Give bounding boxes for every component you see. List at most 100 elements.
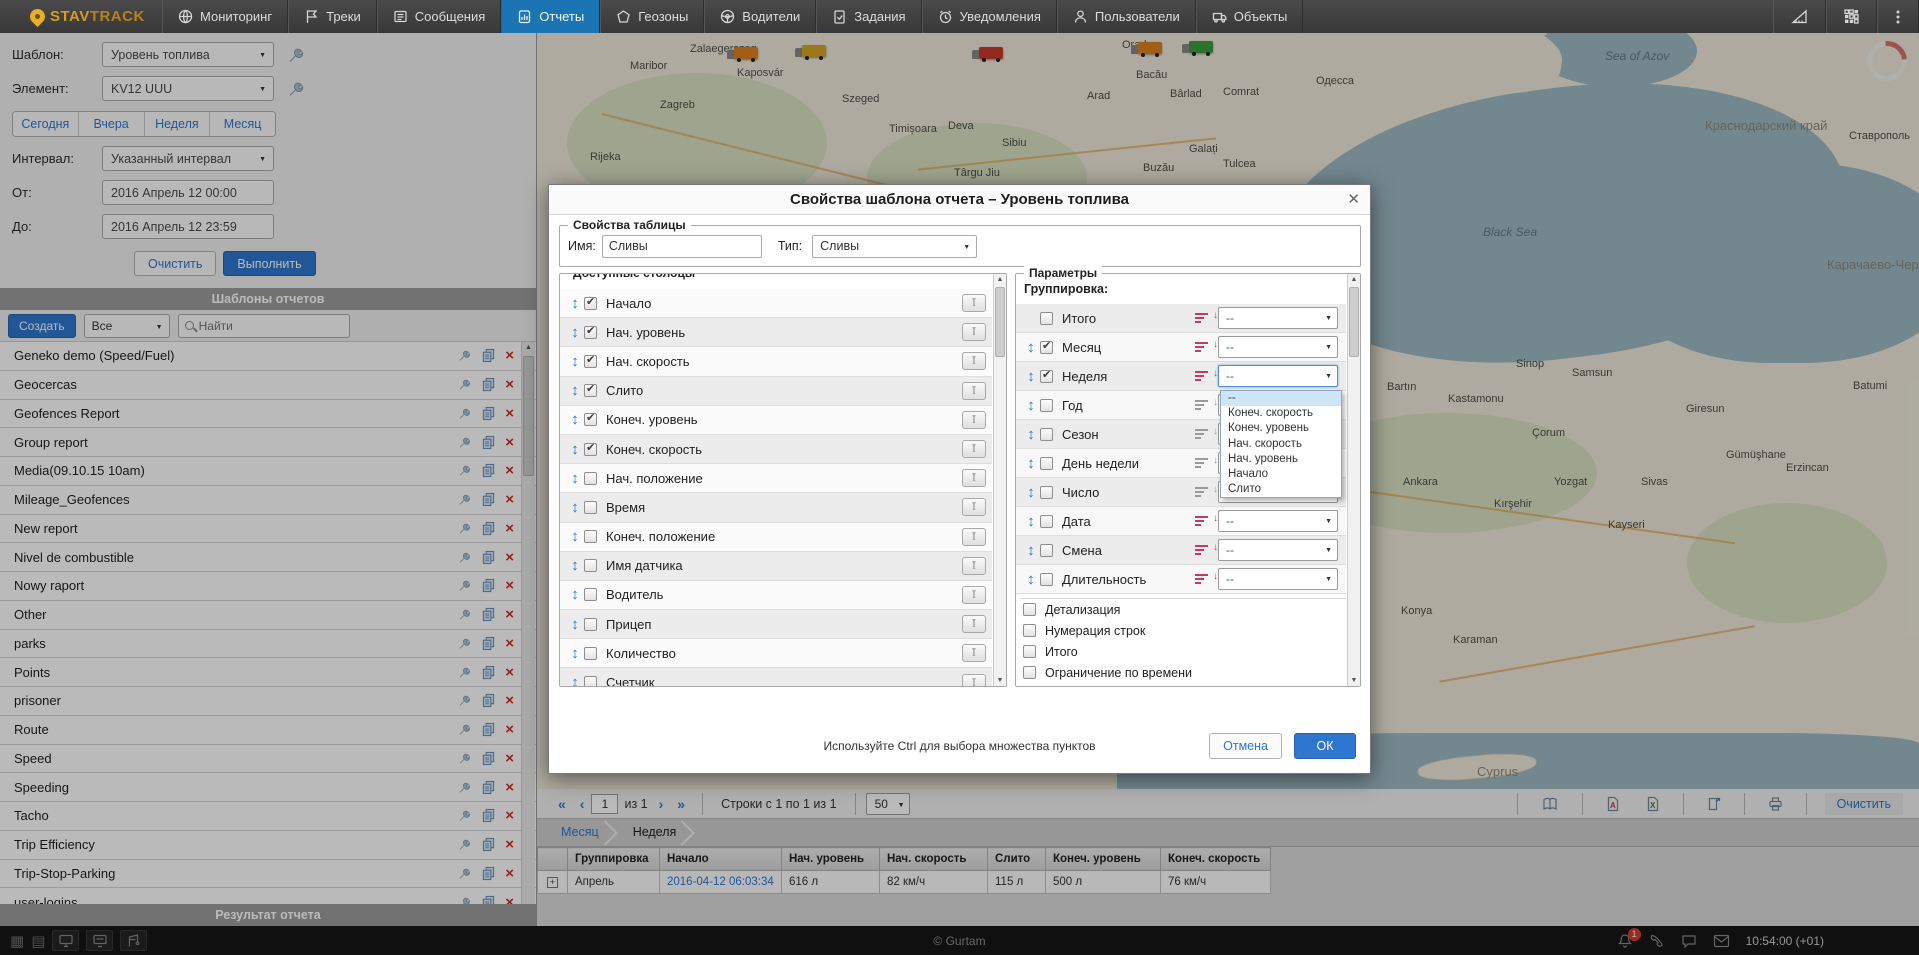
grouping-checkbox[interactable] [1040, 486, 1053, 499]
move-handle-icon[interactable]: ↕ [1022, 339, 1040, 356]
move-handle-icon[interactable]: ↕ [566, 674, 584, 686]
checkbox[interactable] [1023, 603, 1036, 616]
table-type-select[interactable]: Сливы [812, 235, 977, 258]
grouping-row[interactable]: ↕ Длительность -- [1016, 565, 1346, 594]
close-icon[interactable]: ✕ [1347, 190, 1360, 208]
grouping-checkbox[interactable] [1040, 428, 1053, 441]
grouping-select[interactable]: -- [1218, 539, 1338, 561]
nav-tracks[interactable]: Треки [288, 0, 377, 33]
nav-geofences[interactable]: Геозоны [600, 0, 704, 33]
column-width-button[interactable]: Ī [962, 586, 986, 604]
column-width-button[interactable]: Ī [962, 528, 986, 546]
column-width-button[interactable]: Ī [962, 411, 986, 429]
table-name-input[interactable] [602, 235, 762, 258]
column-width-button[interactable]: Ī [962, 352, 986, 370]
column-row[interactable]: ↕ Слито Ī [560, 377, 992, 406]
sort-order-icon[interactable] [1195, 516, 1210, 526]
grouping-select[interactable]: -- [1218, 510, 1338, 532]
move-handle-icon[interactable]: ↕ [566, 499, 584, 516]
move-handle-icon[interactable]: ↕ [1022, 513, 1040, 530]
cancel-button[interactable]: Отмена [1209, 733, 1282, 759]
move-handle-icon[interactable]: ↕ [566, 441, 584, 458]
column-width-button[interactable]: Ī [962, 440, 986, 458]
move-handle-icon[interactable]: ↕ [566, 382, 584, 399]
column-row[interactable]: ↕ Счетчик Ī [560, 668, 992, 686]
move-handle-icon[interactable]: ↕ [1022, 542, 1040, 559]
dropdown-option[interactable]: Конеч. уровень [1221, 421, 1341, 436]
column-checkbox[interactable] [584, 413, 597, 426]
column-checkbox[interactable] [584, 384, 597, 397]
sort-order-icon[interactable] [1195, 574, 1210, 584]
ok-button[interactable]: ОК [1294, 733, 1356, 759]
grouping-checkbox[interactable] [1040, 341, 1053, 354]
ruler-tool[interactable] [1773, 0, 1826, 33]
column-width-button[interactable]: Ī [962, 674, 986, 686]
move-handle-icon[interactable]: ↕ [566, 353, 584, 370]
column-checkbox[interactable] [584, 676, 597, 686]
column-row[interactable]: ↕ Время Ī [560, 493, 992, 522]
column-width-button[interactable]: Ī [962, 323, 986, 341]
column-checkbox[interactable] [584, 326, 597, 339]
grouping-select[interactable]: -- [1218, 568, 1338, 590]
move-handle-icon[interactable]: ↕ [566, 645, 584, 662]
grouping-checkbox[interactable] [1040, 544, 1053, 557]
column-checkbox[interactable] [584, 559, 597, 572]
column-row[interactable]: ↕ Нач. скорость Ī [560, 347, 992, 376]
move-handle-icon[interactable]: ↕ [1022, 426, 1040, 443]
column-checkbox[interactable] [584, 647, 597, 660]
parameters-scrollbar[interactable]: ▲ ▼ [1347, 274, 1360, 686]
sort-order-icon[interactable] [1195, 429, 1210, 439]
move-handle-icon[interactable]: ↕ [566, 324, 584, 341]
column-row[interactable]: ↕ Начало Ī [560, 289, 992, 318]
column-width-button[interactable]: Ī [962, 498, 986, 516]
dropdown-option[interactable]: Нач. скорость [1221, 437, 1341, 452]
checkbox[interactable] [1023, 624, 1036, 637]
move-handle-icon[interactable]: ↕ [1022, 368, 1040, 385]
sort-order-icon[interactable] [1195, 458, 1210, 468]
dropdown-option[interactable]: Слито [1221, 482, 1341, 497]
apps-menu[interactable] [1826, 0, 1877, 33]
column-row[interactable]: ↕ Количество Ī [560, 639, 992, 668]
option-detalization[interactable]: Детализация [1020, 599, 1346, 620]
sort-order-icon[interactable] [1195, 313, 1210, 323]
column-checkbox[interactable] [584, 472, 597, 485]
nav-messages[interactable]: Сообщения [377, 0, 502, 33]
column-row[interactable]: ↕ Конеч. положение Ī [560, 523, 992, 552]
grouping-select[interactable]: -- [1218, 307, 1338, 329]
column-row[interactable]: ↕ Имя датчика Ī [560, 552, 992, 581]
column-checkbox[interactable] [584, 530, 597, 543]
scroll-up-icon[interactable]: ▲ [1348, 276, 1360, 283]
sort-order-icon[interactable] [1195, 545, 1210, 555]
move-handle-icon[interactable]: ↕ [1022, 455, 1040, 472]
move-handle-icon[interactable]: ↕ [566, 616, 584, 633]
column-width-button[interactable]: Ī [962, 469, 986, 487]
column-checkbox[interactable] [584, 501, 597, 514]
nav-reports[interactable]: Отчеты [501, 0, 600, 33]
column-checkbox[interactable] [584, 297, 597, 310]
checkbox[interactable] [1023, 666, 1036, 679]
column-width-button[interactable]: Ī [962, 294, 986, 312]
option-row-numbering[interactable]: Нумерация строк [1020, 620, 1346, 641]
move-handle-icon[interactable]: ↕ [566, 411, 584, 428]
dropdown-option[interactable]: Конеч. скорость [1221, 406, 1341, 421]
column-row[interactable]: ↕ Нач. положение Ī [560, 464, 992, 493]
move-handle-icon[interactable]: ↕ [1022, 571, 1040, 588]
grouping-select[interactable]: -- [1218, 365, 1338, 387]
sort-order-icon[interactable] [1195, 342, 1210, 352]
nav-users[interactable]: Пользователи [1057, 0, 1196, 33]
grouping-checkbox[interactable] [1040, 370, 1053, 383]
dropdown-option[interactable]: Начало [1221, 467, 1341, 482]
grouping-checkbox[interactable] [1040, 457, 1053, 470]
column-width-button[interactable]: Ī [962, 557, 986, 575]
nav-monitoring[interactable]: Мониторинг [162, 0, 288, 33]
scroll-up-icon[interactable]: ▲ [994, 276, 1006, 283]
column-width-button[interactable]: Ī [962, 382, 986, 400]
grouping-row[interactable]: ↕ Неделя -- [1016, 362, 1346, 391]
option-total[interactable]: Итого [1020, 641, 1346, 662]
column-row[interactable]: ↕ Прицеп Ī [560, 610, 992, 639]
grouping-select[interactable]: -- [1218, 336, 1338, 358]
column-width-button[interactable]: Ī [962, 615, 986, 633]
dropdown-option[interactable]: Нач. уровень [1221, 452, 1341, 467]
move-handle-icon[interactable]: ↕ [566, 295, 584, 312]
grouping-row[interactable]: ↕ Смена -- [1016, 536, 1346, 565]
